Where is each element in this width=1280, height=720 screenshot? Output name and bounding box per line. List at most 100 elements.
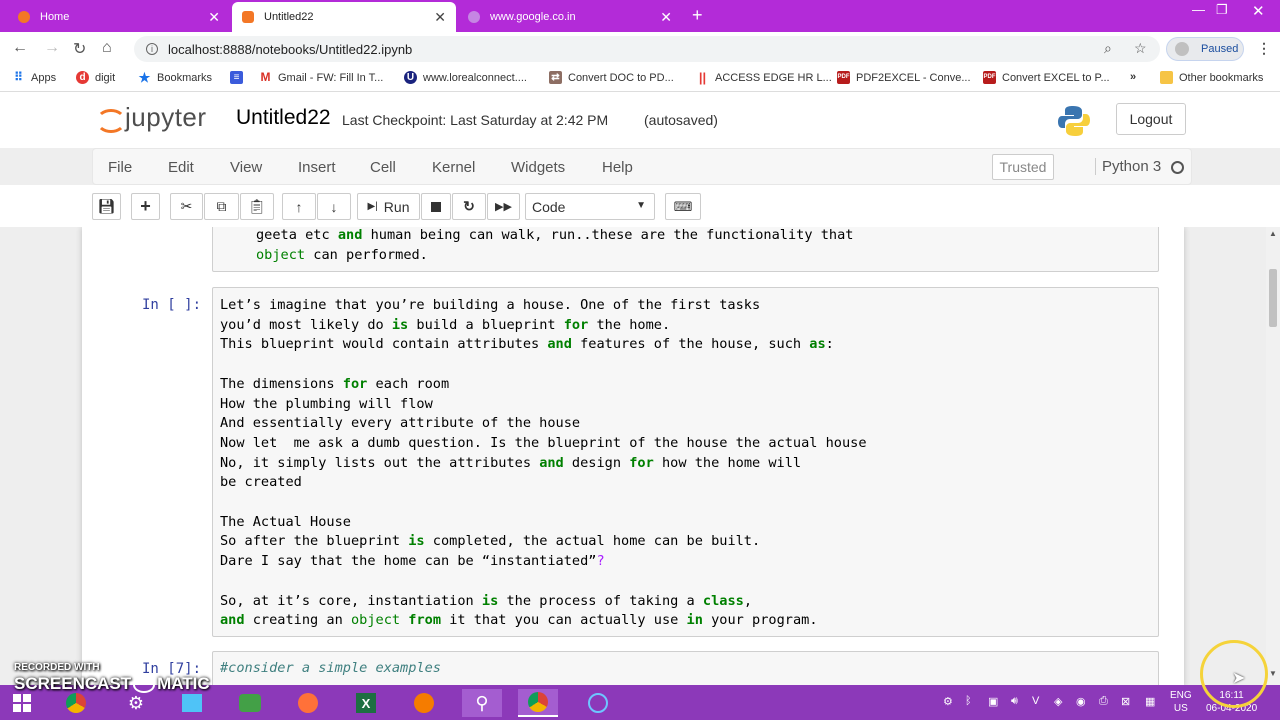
- app-icon: [414, 693, 434, 713]
- save-button[interactable]: 💾︎: [92, 193, 121, 220]
- vertical-scrollbar[interactable]: ▲ ▼: [1266, 227, 1280, 685]
- interrupt-button[interactable]: [421, 193, 451, 220]
- zoom-icon[interactable]: ⌕: [1104, 40, 1112, 57]
- taskbar-excel[interactable]: X: [346, 689, 386, 717]
- bookmark-other[interactable]: Other bookmarks: [1160, 71, 1263, 84]
- menu-kebab-icon[interactable]: ⋮: [1257, 40, 1271, 57]
- home-icon[interactable]: ⌂: [102, 39, 112, 57]
- trusted-indicator[interactable]: Trusted: [992, 154, 1054, 180]
- notebook-name[interactable]: Untitled22: [236, 106, 331, 130]
- cell-type-value: Code: [532, 198, 566, 215]
- bookmark-star-icon[interactable]: ☆: [1134, 40, 1147, 57]
- jupyter-logo[interactable]: jupyter: [95, 102, 207, 133]
- notebook-tab-icon: [242, 11, 254, 23]
- scrollbar-thumb[interactable]: [1269, 269, 1277, 327]
- paste-icon: 📋︎: [248, 198, 266, 214]
- code-cell-input[interactable]: Let’s imagine that you’re building a hou…: [212, 287, 1159, 637]
- language-indicator[interactable]: ENG US: [1170, 689, 1192, 715]
- tray-app-icon[interactable]: ◉: [1076, 695, 1086, 708]
- tab-untitled22[interactable]: Untitled22 ✕: [232, 2, 456, 32]
- bluetooth-icon[interactable]: ᛒ: [965, 695, 972, 707]
- reload-icon[interactable]: ↻: [73, 39, 86, 59]
- restart-run-all-button[interactable]: ▶▶: [487, 193, 520, 220]
- more-bookmarks-button[interactable]: »: [1130, 71, 1136, 83]
- scroll-down-icon[interactable]: ▼: [1269, 669, 1277, 678]
- chrome-icon: [528, 692, 548, 712]
- tab-home[interactable]: Home ✕: [8, 2, 230, 32]
- bookmark-bookmarks[interactable]: ★ Bookmarks: [138, 71, 212, 84]
- globe-icon: [468, 11, 480, 23]
- paste-button[interactable]: 📋︎: [240, 193, 274, 220]
- menu-kernel[interactable]: Kernel: [432, 159, 475, 176]
- volume-icon[interactable]: 🔊︎: [1011, 695, 1018, 708]
- bookmark-access-edge[interactable]: || ACCESS EDGE HR L...: [696, 71, 832, 84]
- menu-widgets[interactable]: Widgets: [511, 159, 565, 176]
- bookmark-apps[interactable]: ⠿ Apps: [12, 71, 56, 84]
- taskbar-firefox[interactable]: [288, 689, 328, 717]
- previous-cell-input[interactable]: geeta etc and human being can walk, run.…: [212, 227, 1159, 272]
- scissors-icon: ✂: [180, 198, 193, 214]
- language-region: US: [1173, 703, 1188, 714]
- bookmark-loreal[interactable]: U www.lorealconnect....: [404, 71, 527, 84]
- logout-button[interactable]: Logout: [1116, 103, 1186, 135]
- bookmark-gmail[interactable]: M Gmail - FW: Fill In T...: [259, 70, 384, 84]
- tab-google[interactable]: www.google.co.in ✕: [458, 2, 682, 32]
- menu-edit[interactable]: Edit: [168, 159, 194, 176]
- printer-icon[interactable]: ⎙: [1099, 695, 1108, 708]
- autosave-status: (autosaved): [644, 112, 718, 128]
- close-icon[interactable]: ✕: [434, 9, 446, 26]
- menu-cell[interactable]: Cell: [370, 159, 396, 176]
- taskbar-search[interactable]: ⚲: [462, 689, 502, 717]
- cell-type-select[interactable]: Code ▼: [525, 193, 655, 220]
- bookmark-convert-doc[interactable]: ⇄ Convert DOC to PD...: [549, 71, 674, 84]
- close-icon[interactable]: ✕: [660, 9, 672, 26]
- jupyter-logo-icon: [95, 103, 126, 133]
- close-icon[interactable]: ✕: [208, 9, 220, 26]
- close-window-icon[interactable]: ✕: [1252, 2, 1265, 20]
- bookmark-convert-excel[interactable]: PDF Convert EXCEL to P...: [983, 71, 1110, 84]
- tray-icon[interactable]: ⚙: [943, 695, 953, 708]
- notebook-scroll-area[interactable]: geeta etc and human being can walk, run.…: [0, 227, 1266, 685]
- tray-app-icon[interactable]: ▦: [1145, 695, 1155, 708]
- gmail-icon: M: [260, 70, 271, 84]
- menu-insert[interactable]: Insert: [298, 159, 336, 176]
- menu-help[interactable]: Help: [602, 159, 633, 176]
- command-palette-button[interactable]: ⌨: [665, 193, 701, 220]
- url-input[interactable]: i localhost:8888/notebooks/Untitled22.ip…: [134, 36, 1160, 62]
- taskbar-app-orange[interactable]: [404, 689, 444, 717]
- copy-button[interactable]: ⧉: [204, 193, 239, 220]
- back-icon[interactable]: ←: [12, 39, 28, 57]
- taskbar-chrome-active[interactable]: [518, 689, 558, 717]
- restart-button[interactable]: ↻: [452, 193, 486, 220]
- menu-file[interactable]: File: [108, 159, 132, 176]
- bookmark-pdf2excel[interactable]: PDF PDF2EXCEL - Conve...: [837, 71, 971, 84]
- move-down-button[interactable]: ↓: [317, 193, 351, 220]
- info-icon[interactable]: i: [146, 43, 158, 55]
- code-cell-text: Let’s imagine that you’re building a hou…: [220, 297, 867, 629]
- notebook-menu-bar: File Edit View Insert Cell Kernel Widget…: [92, 148, 1192, 185]
- kernel-name: Python 3: [1095, 158, 1161, 175]
- restore-icon[interactable]: ❐: [1216, 2, 1228, 18]
- insert-cell-button[interactable]: +: [131, 193, 160, 220]
- cut-button[interactable]: ✂: [170, 193, 203, 220]
- run-button[interactable]: ▶| Run: [357, 193, 420, 220]
- taskbar-app-green[interactable]: [230, 689, 270, 717]
- profile-button[interactable]: Paused: [1166, 37, 1244, 61]
- tray-app-icon[interactable]: ⊠: [1121, 695, 1130, 708]
- move-up-button[interactable]: ↑: [282, 193, 316, 220]
- tray-v-icon[interactable]: V: [1032, 695, 1039, 707]
- windows-logo-icon: [13, 694, 31, 712]
- minimize-icon[interactable]: —: [1192, 2, 1205, 17]
- next-code-cell-input[interactable]: #consider a simple examples: [212, 651, 1159, 685]
- network-icon[interactable]: ▣: [988, 695, 998, 708]
- taskbar-recorder[interactable]: [578, 689, 618, 717]
- tray-app-icon[interactable]: ◈: [1054, 695, 1062, 708]
- new-tab-button[interactable]: +: [692, 5, 703, 26]
- bookmark-doc[interactable]: ≡: [230, 71, 249, 84]
- menu-view[interactable]: View: [230, 159, 262, 176]
- bookmark-digit[interactable]: d digit: [76, 71, 115, 84]
- convert-icon: ⇄: [549, 71, 562, 84]
- forward-icon[interactable]: →: [44, 39, 60, 57]
- tab-label: Untitled22: [264, 11, 314, 23]
- scroll-up-icon[interactable]: ▲: [1269, 229, 1277, 238]
